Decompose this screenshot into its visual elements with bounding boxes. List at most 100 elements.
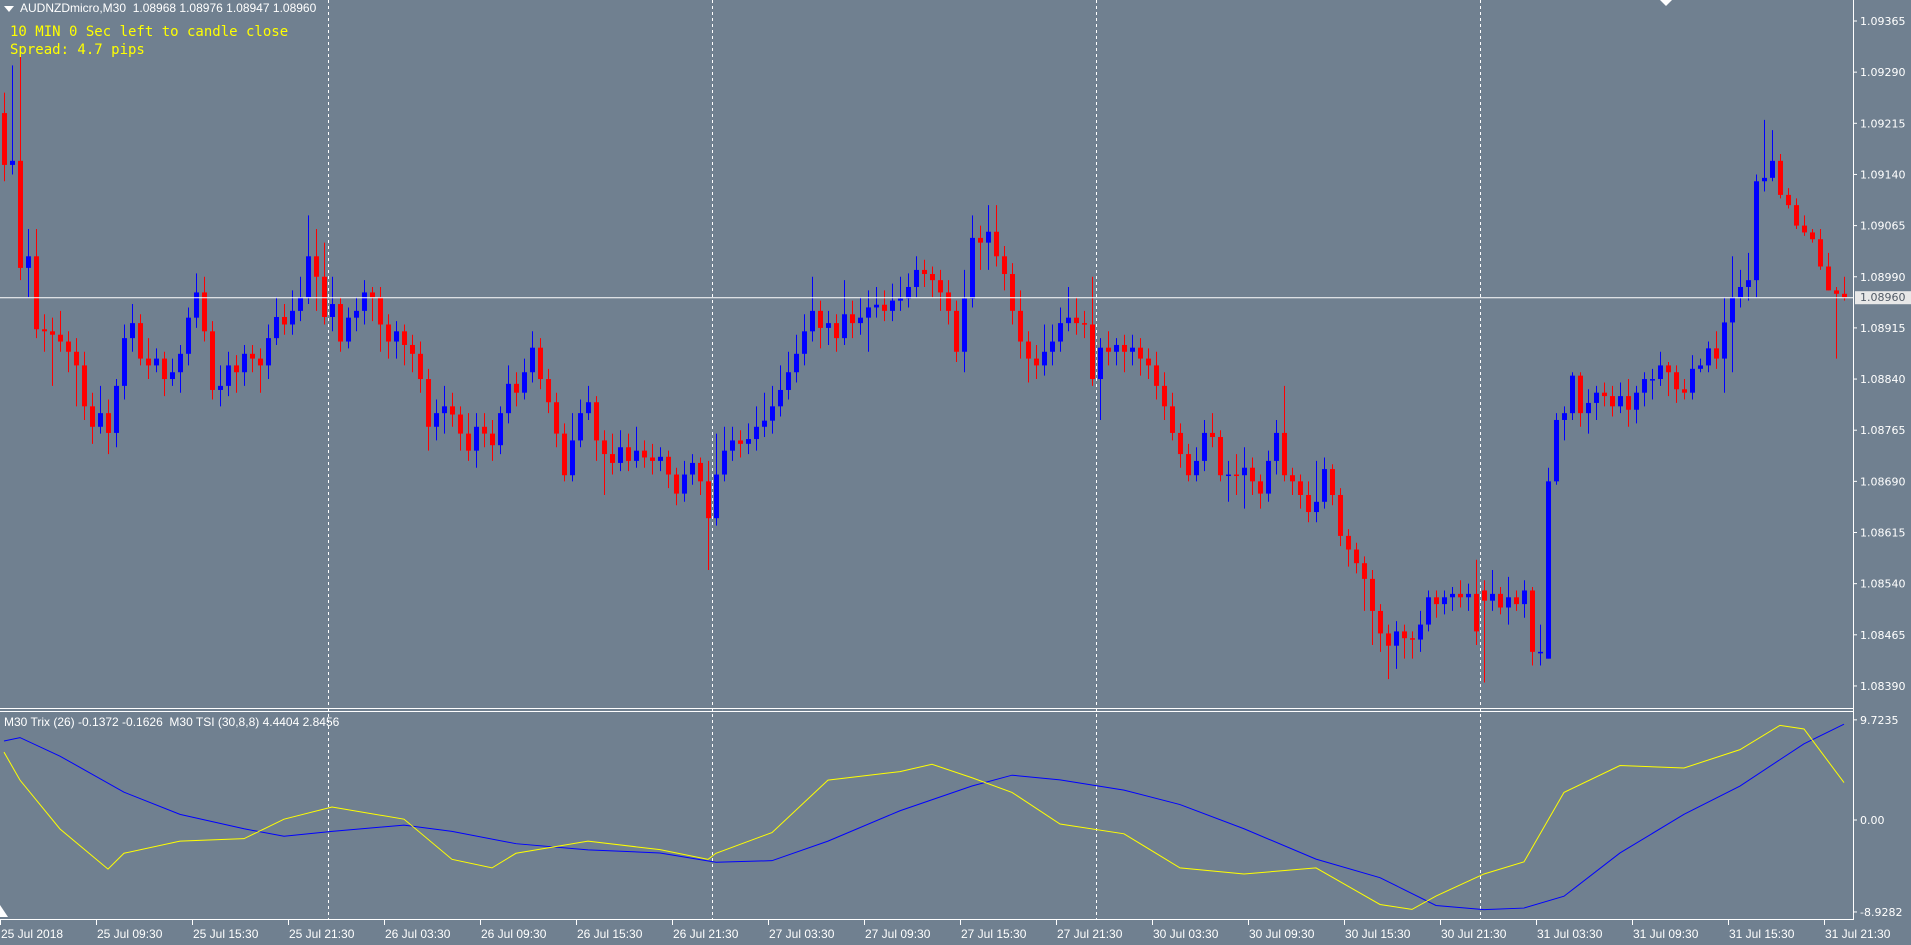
ohlc-close: 1.08960 (272, 1, 317, 15)
candle (906, 273, 911, 308)
candle-body (890, 300, 895, 311)
time-label: 27 Jul 09:30 (865, 927, 931, 941)
candle-body (74, 351, 79, 366)
chart-canvas[interactable]: 1.09365 1.09290 1.09215 1.09140 1.09065 1.089… (0, 0, 1911, 945)
candle-body (370, 292, 375, 298)
candle (1610, 385, 1615, 417)
candle-body (82, 365, 87, 407)
candle-body (762, 420, 767, 427)
candle (1322, 457, 1327, 509)
candle-body (1346, 535, 1351, 550)
candle-body (898, 298, 903, 301)
candle (1514, 590, 1519, 611)
candle (1154, 351, 1159, 400)
candle (1010, 263, 1015, 325)
candle-body (1154, 365, 1159, 386)
candle (874, 286, 879, 318)
time-label: 25 Jul 2018 (1, 927, 63, 941)
indicator-axis: 9.7235 0.00 -8.9282 (1853, 714, 1902, 919)
candle (858, 297, 863, 335)
candle (394, 321, 399, 359)
candle (1562, 406, 1567, 441)
candle-body (26, 256, 31, 268)
candle-body (170, 372, 175, 380)
candle-body (1026, 341, 1031, 359)
candle (1002, 246, 1007, 291)
candle-body (1546, 481, 1551, 659)
candle-body (730, 440, 735, 451)
candle (850, 300, 855, 339)
candle-body (1450, 593, 1455, 598)
candle (402, 324, 407, 366)
candle-body (50, 331, 55, 335)
candle (1818, 229, 1823, 270)
candle-body (1610, 396, 1615, 407)
candle (138, 314, 143, 366)
candle-body (1170, 406, 1175, 433)
dropdown-triangle-icon[interactable] (4, 5, 14, 12)
candle (1810, 229, 1815, 243)
candle-body (1466, 593, 1471, 598)
candle-body (1826, 266, 1831, 291)
candle (690, 454, 695, 485)
candle-body (10, 160, 15, 165)
candle (1218, 430, 1223, 482)
candle-body (1554, 419, 1559, 482)
candle-body (1842, 293, 1847, 298)
candle-body (138, 323, 143, 359)
candle-body (1394, 631, 1399, 646)
candle (1434, 590, 1439, 618)
price-label: 1.08615 (1860, 527, 1906, 540)
candle-body (1242, 467, 1247, 476)
candle (1058, 307, 1063, 352)
chart-shift-marker-icon[interactable] (1660, 0, 1672, 6)
candle-body (474, 426, 479, 451)
candle-body (594, 402, 599, 441)
candle-body (450, 406, 455, 415)
candle-body (1410, 638, 1415, 640)
candle-body (914, 269, 919, 287)
candle-body (298, 297, 303, 311)
candle-body (1378, 610, 1383, 634)
candle (1426, 590, 1431, 632)
candle-body (202, 292, 207, 332)
candle (26, 229, 31, 298)
candle (530, 331, 535, 383)
candle (1546, 467, 1551, 659)
candle (826, 310, 831, 345)
candle (1146, 348, 1151, 380)
candle (426, 368, 431, 451)
candle (762, 392, 767, 438)
candle (1618, 382, 1623, 414)
candle (1738, 269, 1743, 308)
candle (1202, 419, 1207, 472)
indicator-line-blue (3, 723, 1845, 911)
candle-body (1090, 324, 1095, 380)
candle (1210, 413, 1215, 448)
candle (618, 430, 623, 472)
candle-body (1122, 344, 1127, 352)
candle-body (978, 237, 983, 243)
candle (258, 348, 263, 393)
candle-body (650, 457, 655, 461)
candle-body (626, 447, 631, 461)
candle-body (1594, 392, 1599, 403)
candle-body (562, 433, 567, 476)
candle-body (1226, 474, 1231, 477)
candle (778, 365, 783, 417)
candle-body (1762, 177, 1767, 182)
candle (1586, 389, 1591, 434)
candle-body (1810, 232, 1815, 240)
candle (226, 351, 231, 397)
candle (954, 300, 959, 362)
candle-body (682, 474, 687, 494)
candle-body (570, 440, 575, 476)
candle-body (1114, 344, 1119, 352)
candle (1362, 556, 1367, 611)
candle-body (290, 310, 295, 325)
candle-body (2, 113, 7, 165)
candle (682, 460, 687, 502)
candle (1378, 604, 1383, 652)
candle-body (1282, 432, 1287, 476)
price-label: 1.08840 (1860, 373, 1906, 386)
